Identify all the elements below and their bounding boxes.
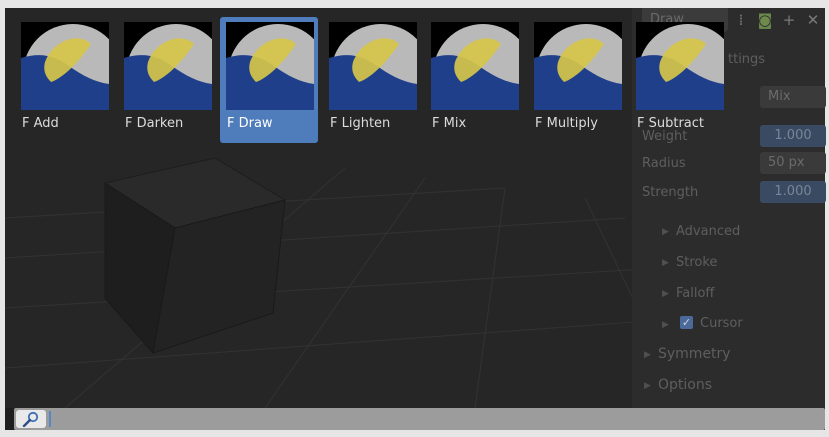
expand-arrow-icon: ▶ xyxy=(662,320,669,330)
brush-tile[interactable]: F Lighten xyxy=(323,17,421,143)
search-bar xyxy=(14,408,826,430)
strength-field[interactable]: 1.000 xyxy=(760,181,826,203)
window-frame-bottom xyxy=(0,430,829,437)
cursor-checkbox[interactable]: ✓ xyxy=(680,316,693,329)
expand-arrow-icon: ▶ xyxy=(662,258,669,268)
text-caret xyxy=(49,411,51,427)
window-frame-right xyxy=(825,0,829,437)
brush-thumbnail-icon xyxy=(431,22,519,110)
search-input[interactable] xyxy=(48,410,826,428)
brush-label: F Darken xyxy=(125,116,184,131)
fake-user-icon[interactable]: ◙ xyxy=(756,11,774,29)
search-button[interactable] xyxy=(16,410,46,428)
brush-tile[interactable]: F Mix xyxy=(425,17,523,143)
brush-tile[interactable]: F Add xyxy=(15,17,113,143)
panel-symmetry[interactable]: Symmetry xyxy=(658,346,731,362)
brush-label: F Subtract xyxy=(637,116,705,131)
brush-label: F Draw xyxy=(227,116,273,131)
brush-preview-popup: F Add F Darken F Draw F Lighten F Mix F Multi… xyxy=(15,17,745,145)
radius-field[interactable]: 50 px xyxy=(760,152,826,174)
panel-header-icons: ⁞ ◙ + ✕ xyxy=(732,8,822,32)
brush-label: F Multiply xyxy=(535,116,598,131)
brush-thumbnail-icon xyxy=(534,22,622,110)
close-icon[interactable]: ✕ xyxy=(804,11,822,29)
panel-options[interactable]: Options xyxy=(658,377,712,393)
brush-tile[interactable]: F Draw xyxy=(220,17,318,143)
section-falloff[interactable]: Falloff xyxy=(676,286,714,301)
section-stroke[interactable]: Stroke xyxy=(676,255,717,270)
brush-thumbnail-icon xyxy=(124,22,212,110)
weight-field[interactable]: 1.000 xyxy=(760,125,826,147)
brush-tile[interactable]: F Darken xyxy=(118,17,216,143)
brush-label: F Lighten xyxy=(330,116,391,131)
brush-thumbnail-icon xyxy=(226,22,314,110)
window-frame-top xyxy=(0,0,829,8)
brush-label: F Add xyxy=(22,116,59,131)
section-cursor[interactable]: Cursor xyxy=(700,316,743,331)
radius-label: Radius xyxy=(642,156,686,171)
blend-mode-select[interactable]: Mix xyxy=(760,86,826,108)
brush-thumbnail-icon xyxy=(21,22,109,110)
magnifier-icon xyxy=(22,411,39,427)
expand-arrow-icon: ▶ xyxy=(662,289,669,299)
expand-arrow-icon: ▶ xyxy=(644,350,651,360)
expand-arrow-icon: ▶ xyxy=(662,227,669,237)
section-advanced[interactable]: Advanced xyxy=(676,224,740,239)
brush-label: F Mix xyxy=(432,116,467,131)
expand-arrow-icon: ▶ xyxy=(644,381,651,391)
brush-thumbnail-icon xyxy=(636,22,724,110)
brush-tile[interactable]: F Subtract xyxy=(630,17,728,143)
add-icon[interactable]: + xyxy=(780,11,798,29)
brush-thumbnail-icon xyxy=(329,22,417,110)
strength-label: Strength xyxy=(642,185,699,200)
brush-tile[interactable]: F Multiply xyxy=(528,17,626,143)
